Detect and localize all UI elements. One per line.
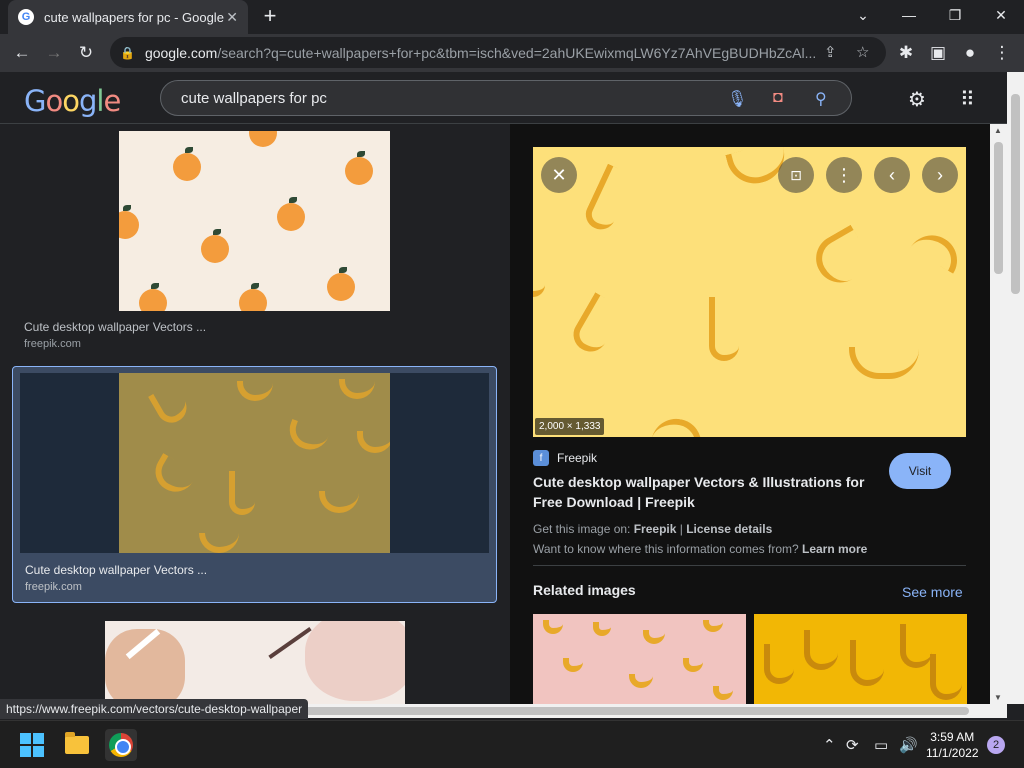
result-card-selected[interactable]: Cute desktop wallpaper Vectors ... freep… <box>12 366 497 603</box>
image-dimensions-badge: 2,000 × 1,333 <box>535 418 605 435</box>
preview-source[interactable]: f Freepik <box>533 450 597 466</box>
share-icon[interactable]: ⇪ <box>824 43 837 61</box>
windows-logo-icon <box>20 733 44 757</box>
lock-icon: 🔒 <box>120 45 135 60</box>
previous-image-icon[interactable]: ‹ <box>874 157 910 193</box>
chrome-taskbar-button[interactable] <box>105 729 137 761</box>
windows-taskbar: ⌃ ⟳ ▭ 🔊 3:59 AM 11/1/2022 2 <box>0 720 1024 768</box>
apps-grid-icon[interactable]: ⠿ <box>960 87 975 112</box>
visit-button[interactable]: Visit <box>889 453 951 489</box>
related-image[interactable] <box>754 614 967 704</box>
scroll-down-arrow-icon[interactable]: ▼ <box>994 693 1002 702</box>
related-image[interactable] <box>533 614 746 704</box>
folder-icon <box>65 732 89 754</box>
minimize-button[interactable]: — <box>886 0 932 30</box>
clock-time: 3:59 AM <box>930 730 975 744</box>
chrome-menu-icon[interactable]: ⋮ <box>986 37 1018 69</box>
search-query[interactable]: cute wallpapers for pc <box>181 90 327 107</box>
related-images-heading: Related images <box>533 582 636 598</box>
scroll-up-arrow-icon[interactable]: ▲ <box>994 126 1002 135</box>
result-thumbnail-frame <box>20 373 489 553</box>
clock-date: 11/1/2022 <box>926 746 979 760</box>
new-tab-button[interactable]: + <box>258 3 282 28</box>
page-scrollbar[interactable] <box>1007 72 1024 704</box>
back-button[interactable]: ← <box>6 37 38 69</box>
info-source-line: Want to know where this information come… <box>533 542 868 556</box>
divider <box>533 565 966 566</box>
address-bar[interactable]: 🔒 google.com/search?q=cute+wallpapers+fo… <box>110 37 886 68</box>
start-button[interactable] <box>16 729 48 761</box>
preview-image[interactable]: ✕ ⊡ ⋮ ‹ › 2,000 × 1,333 <box>533 147 966 437</box>
search-icon[interactable]: ⚲ <box>815 89 827 109</box>
image-results-grid: Cute desktop wallpaper Vectors ... freep… <box>0 124 510 704</box>
bookmark-star-icon[interactable]: ☆ <box>856 43 869 61</box>
close-window-button[interactable]: ✕ <box>978 0 1024 30</box>
side-panel-icon[interactable]: ▣ <box>922 37 954 69</box>
tab-search-chevron-icon[interactable]: ⌄ <box>840 0 886 30</box>
system-clock[interactable]: 3:59 AM 11/1/2022 <box>926 729 979 761</box>
see-more-link[interactable]: See more <box>902 584 963 600</box>
volume-icon[interactable]: 🔊 <box>899 736 918 754</box>
preview-title[interactable]: Cute desktop wallpaper Vectors & Illustr… <box>533 472 878 512</box>
notification-badge[interactable]: 2 <box>987 736 1005 754</box>
image-preview-panel: ✕ ⊡ ⋮ ‹ › 2,000 × 1,333 f Freepik Cute d… <box>510 124 990 704</box>
result-thumbnail[interactable] <box>119 373 390 553</box>
network-icon[interactable]: ▭ <box>874 736 888 754</box>
result-source[interactable]: freepik.com <box>25 581 82 593</box>
profile-avatar-icon[interactable]: ● <box>954 37 986 69</box>
reload-button[interactable]: ↻ <box>70 37 102 69</box>
tray-chevron-up-icon[interactable]: ⌃ <box>823 736 836 754</box>
result-card[interactable] <box>12 614 497 704</box>
restore-button[interactable]: ❐ <box>932 0 978 30</box>
more-options-icon[interactable]: ⋮ <box>826 157 862 193</box>
search-box[interactable]: cute wallpapers for pc 🎙 ◘ ⚲ <box>160 80 852 116</box>
tab-close-icon[interactable]: ✕ <box>226 9 238 26</box>
extensions-puzzle-icon[interactable]: ✱ <box>890 37 922 69</box>
google-favicon-icon: G <box>18 9 34 25</box>
result-card[interactable]: Cute desktop wallpaper Vectors ... freep… <box>12 124 497 356</box>
close-preview-icon[interactable]: ✕ <box>541 157 577 193</box>
license-details-link[interactable]: License details <box>686 522 772 536</box>
result-thumbnail[interactable] <box>105 621 405 704</box>
results-scrollbar[interactable]: ▲ ▼ <box>990 124 1007 704</box>
results-scrollbar-thumb[interactable] <box>994 142 1003 274</box>
file-explorer-button[interactable] <box>61 729 93 761</box>
freepik-link[interactable]: Freepik <box>634 522 677 536</box>
tab-title: cute wallpapers for pc - Google Search <box>44 9 224 25</box>
next-image-icon[interactable]: › <box>922 157 958 193</box>
result-thumbnail[interactable] <box>119 131 390 311</box>
lens-camera-icon[interactable]: ◘ <box>773 89 783 107</box>
result-title[interactable]: Cute desktop wallpaper Vectors ... <box>24 320 206 334</box>
chrome-icon <box>109 733 133 757</box>
microphone-icon[interactable]: 🎙 <box>727 89 747 109</box>
forward-button[interactable]: → <box>38 37 70 69</box>
get-image-line: Get this image on: Freepik | License det… <box>533 522 773 536</box>
google-logo[interactable]: Google <box>24 84 121 118</box>
google-header: Google cute wallpapers for pc 🎙 ◘ ⚲ ⚙ ⠿ <box>0 72 1024 124</box>
lens-search-icon[interactable]: ⊡ <box>778 157 814 193</box>
result-title[interactable]: Cute desktop wallpaper Vectors ... <box>25 563 207 577</box>
page-scrollbar-thumb[interactable] <box>1011 94 1020 294</box>
browser-tab[interactable]: G cute wallpapers for pc - Google Search… <box>8 0 248 34</box>
browser-toolbar: ← → ↻ 🔒 google.com/search?q=cute+wallpap… <box>0 34 1024 72</box>
settings-gear-icon[interactable]: ⚙ <box>908 87 926 112</box>
result-source[interactable]: freepik.com <box>24 338 81 350</box>
status-hover-url: https://www.freepik.com/vectors/cute-des… <box>0 699 309 719</box>
address-url: google.com/search?q=cute+wallpapers+for+… <box>144 44 817 61</box>
learn-more-link[interactable]: Learn more <box>802 542 867 556</box>
source-name: Freepik <box>557 451 598 465</box>
sync-icon[interactable]: ⟳ <box>846 736 859 754</box>
freepik-logo-icon: f <box>533 450 549 466</box>
tab-strip: G cute wallpapers for pc - Google Search… <box>0 0 1024 34</box>
